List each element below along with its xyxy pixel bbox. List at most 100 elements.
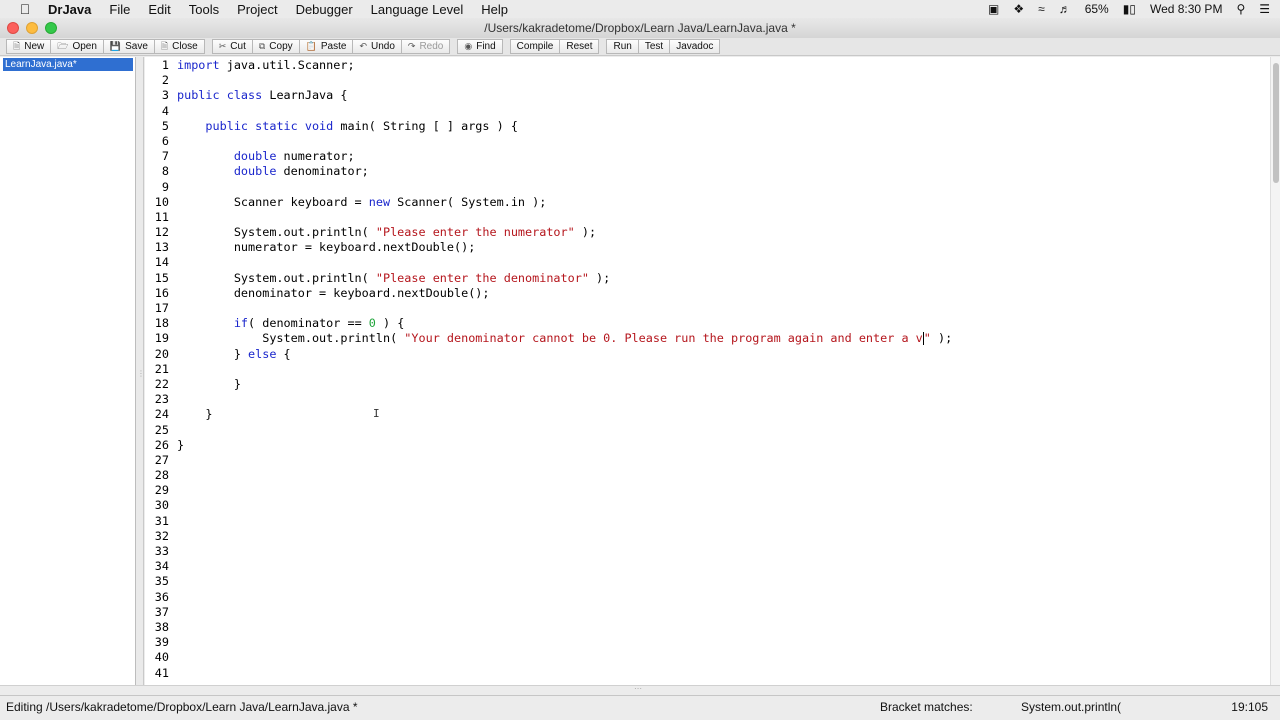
code-line[interactable]: 12 System.out.println( "Please enter the… <box>145 225 952 240</box>
code-line[interactable]: 33 <box>145 544 952 559</box>
reset-button[interactable]: Reset <box>559 39 600 54</box>
code-line[interactable]: 10 Scanner keyboard = new Scanner( Syste… <box>145 195 952 210</box>
spotlight-icon[interactable]: ⚲ <box>1236 2 1245 16</box>
code-text[interactable]: Scanner keyboard = new Scanner( System.i… <box>177 195 547 210</box>
code-line[interactable]: 14 <box>145 255 952 270</box>
menu-app[interactable]: DrJava <box>48 2 91 17</box>
window-minimize-button[interactable] <box>26 22 38 34</box>
find-button[interactable]: ◉ Find <box>457 39 503 54</box>
javadoc-button[interactable]: Javadoc <box>669 39 721 54</box>
code-line[interactable]: 21 <box>145 362 952 377</box>
code-text[interactable]: double numerator; <box>177 149 355 164</box>
code-line[interactable]: 3 public class LearnJava { <box>145 88 952 103</box>
horizontal-split-divider[interactable]: ⋯ <box>0 684 1280 695</box>
volume-icon[interactable]: ♬ <box>1059 2 1071 16</box>
code-lines[interactable]: 1 import java.util.Scanner; 2 3 public class… <box>145 58 952 681</box>
battery-percent[interactable]: 65% <box>1085 2 1109 16</box>
code-line[interactable]: 16 denominator = keyboard.nextDouble(); <box>145 286 952 301</box>
scrollbar-thumb[interactable] <box>1273 63 1279 183</box>
code-text[interactable]: import java.util.Scanner; <box>177 58 355 73</box>
code-text[interactable]: System.out.println( "Please enter the nu… <box>177 225 596 240</box>
editor-vertical-scrollbar[interactable] <box>1270 57 1280 685</box>
redo-button[interactable]: ↷ Redo <box>400 39 451 54</box>
code-line[interactable]: 5 public static void main( String [ ] ar… <box>145 119 952 134</box>
close-button[interactable]: 🗎 Close <box>153 39 205 54</box>
save-button[interactable]: 💾 Save <box>102 39 155 54</box>
code-line[interactable]: 24 } <box>145 407 952 422</box>
code-text[interactable]: System.out.println( "Your denominator ca… <box>177 331 952 346</box>
code-text[interactable]: System.out.println( "Please enter the de… <box>177 271 610 286</box>
test-button[interactable]: Test <box>637 39 671 54</box>
menu-help[interactable]: Help <box>481 2 508 17</box>
document-list-item[interactable]: LearnJava.java* <box>3 58 133 71</box>
code-line[interactable]: 11 <box>145 210 952 225</box>
code-line[interactable]: 6 <box>145 134 952 149</box>
code-line[interactable]: 19 System.out.println( "Your denominator… <box>145 331 952 346</box>
open-button[interactable]: 🗁 Open <box>50 39 104 54</box>
code-text[interactable]: } <box>177 407 212 422</box>
code-line[interactable]: 20 } else { <box>145 347 952 362</box>
code-line[interactable]: 25 <box>145 423 952 438</box>
menu-tools[interactable]: Tools <box>189 2 219 17</box>
menu-language-level[interactable]: Language Level <box>371 2 464 17</box>
code-line[interactable]: 2 <box>145 73 952 88</box>
window-close-button[interactable] <box>7 22 19 34</box>
notification-center-icon[interactable]: ☰ <box>1259 2 1270 16</box>
code-line[interactable]: 13 numerator = keyboard.nextDouble(); <box>145 240 952 255</box>
vertical-split-divider[interactable]: ⋮ <box>136 57 145 685</box>
menu-edit[interactable]: Edit <box>148 2 170 17</box>
code-line[interactable]: 22 } <box>145 377 952 392</box>
new-button[interactable]: 🗎 New <box>6 39 52 54</box>
code-line[interactable]: 7 double numerator; <box>145 149 952 164</box>
code-line[interactable]: 40 <box>145 650 952 665</box>
code-line[interactable]: 36 <box>145 590 952 605</box>
code-text[interactable]: public class LearnJava { <box>177 88 347 103</box>
code-line[interactable]: 1 import java.util.Scanner; <box>145 58 952 73</box>
cut-button[interactable]: ✂ Cut <box>211 39 253 54</box>
clock[interactable]: Wed 8:30 PM <box>1150 2 1222 16</box>
code-text[interactable]: } <box>177 438 184 453</box>
copy-button[interactable]: ⧉ Copy <box>251 39 300 54</box>
apple-icon[interactable]:  <box>16 1 34 17</box>
run-button[interactable]: Run <box>606 39 639 54</box>
code-line[interactable]: 38 <box>145 620 952 635</box>
code-text[interactable]: public static void main( String [ ] args… <box>177 119 518 134</box>
code-line[interactable]: 29 <box>145 483 952 498</box>
battery-icon[interactable]: ▮▯ <box>1123 2 1136 16</box>
window-zoom-button[interactable] <box>45 22 57 34</box>
menu-file[interactable]: File <box>109 2 130 17</box>
wifi-icon[interactable]: ≈ <box>1038 2 1045 16</box>
dropbox-icon[interactable]: ❖ <box>1013 2 1024 16</box>
code-line[interactable]: 8 double denominator; <box>145 164 952 179</box>
code-line[interactable]: 9 <box>145 180 952 195</box>
code-line[interactable]: 37 <box>145 605 952 620</box>
menu-debugger[interactable]: Debugger <box>296 2 353 17</box>
code-line[interactable]: 27 <box>145 453 952 468</box>
code-text[interactable]: numerator = keyboard.nextDouble(); <box>177 240 476 255</box>
screen-record-icon[interactable]: ▣ <box>988 2 999 16</box>
code-editor[interactable]: 1 import java.util.Scanner; 2 3 public class… <box>145 57 1270 685</box>
code-line[interactable]: 39 <box>145 635 952 650</box>
paste-button[interactable]: 📋 Paste <box>298 39 354 54</box>
undo-button[interactable]: ↶ Undo <box>352 39 402 54</box>
code-line[interactable]: 23 <box>145 392 952 407</box>
code-line[interactable]: 26} <box>145 438 952 453</box>
code-line[interactable]: 17 <box>145 301 952 316</box>
code-line[interactable]: 15 System.out.println( "Please enter the… <box>145 271 952 286</box>
menu-project[interactable]: Project <box>237 2 277 17</box>
code-line[interactable]: 28 <box>145 468 952 483</box>
code-text[interactable]: double denominator; <box>177 164 369 179</box>
code-text[interactable]: if( denominator == 0 ) { <box>177 316 405 331</box>
code-line[interactable]: 31 <box>145 514 952 529</box>
code-line[interactable]: 34 <box>145 559 952 574</box>
code-line[interactable]: 32 <box>145 529 952 544</box>
code-line[interactable]: 18 if( denominator == 0 ) { <box>145 316 952 331</box>
compile-button[interactable]: Compile <box>509 39 561 54</box>
code-text[interactable]: } <box>177 377 241 392</box>
code-line[interactable]: 41 <box>145 666 952 681</box>
code-line[interactable]: 4 <box>145 104 952 119</box>
code-text[interactable]: denominator = keyboard.nextDouble(); <box>177 286 490 301</box>
code-line[interactable]: 30 <box>145 498 952 513</box>
code-line[interactable]: 35 <box>145 574 952 589</box>
code-text[interactable]: } else { <box>177 347 291 362</box>
